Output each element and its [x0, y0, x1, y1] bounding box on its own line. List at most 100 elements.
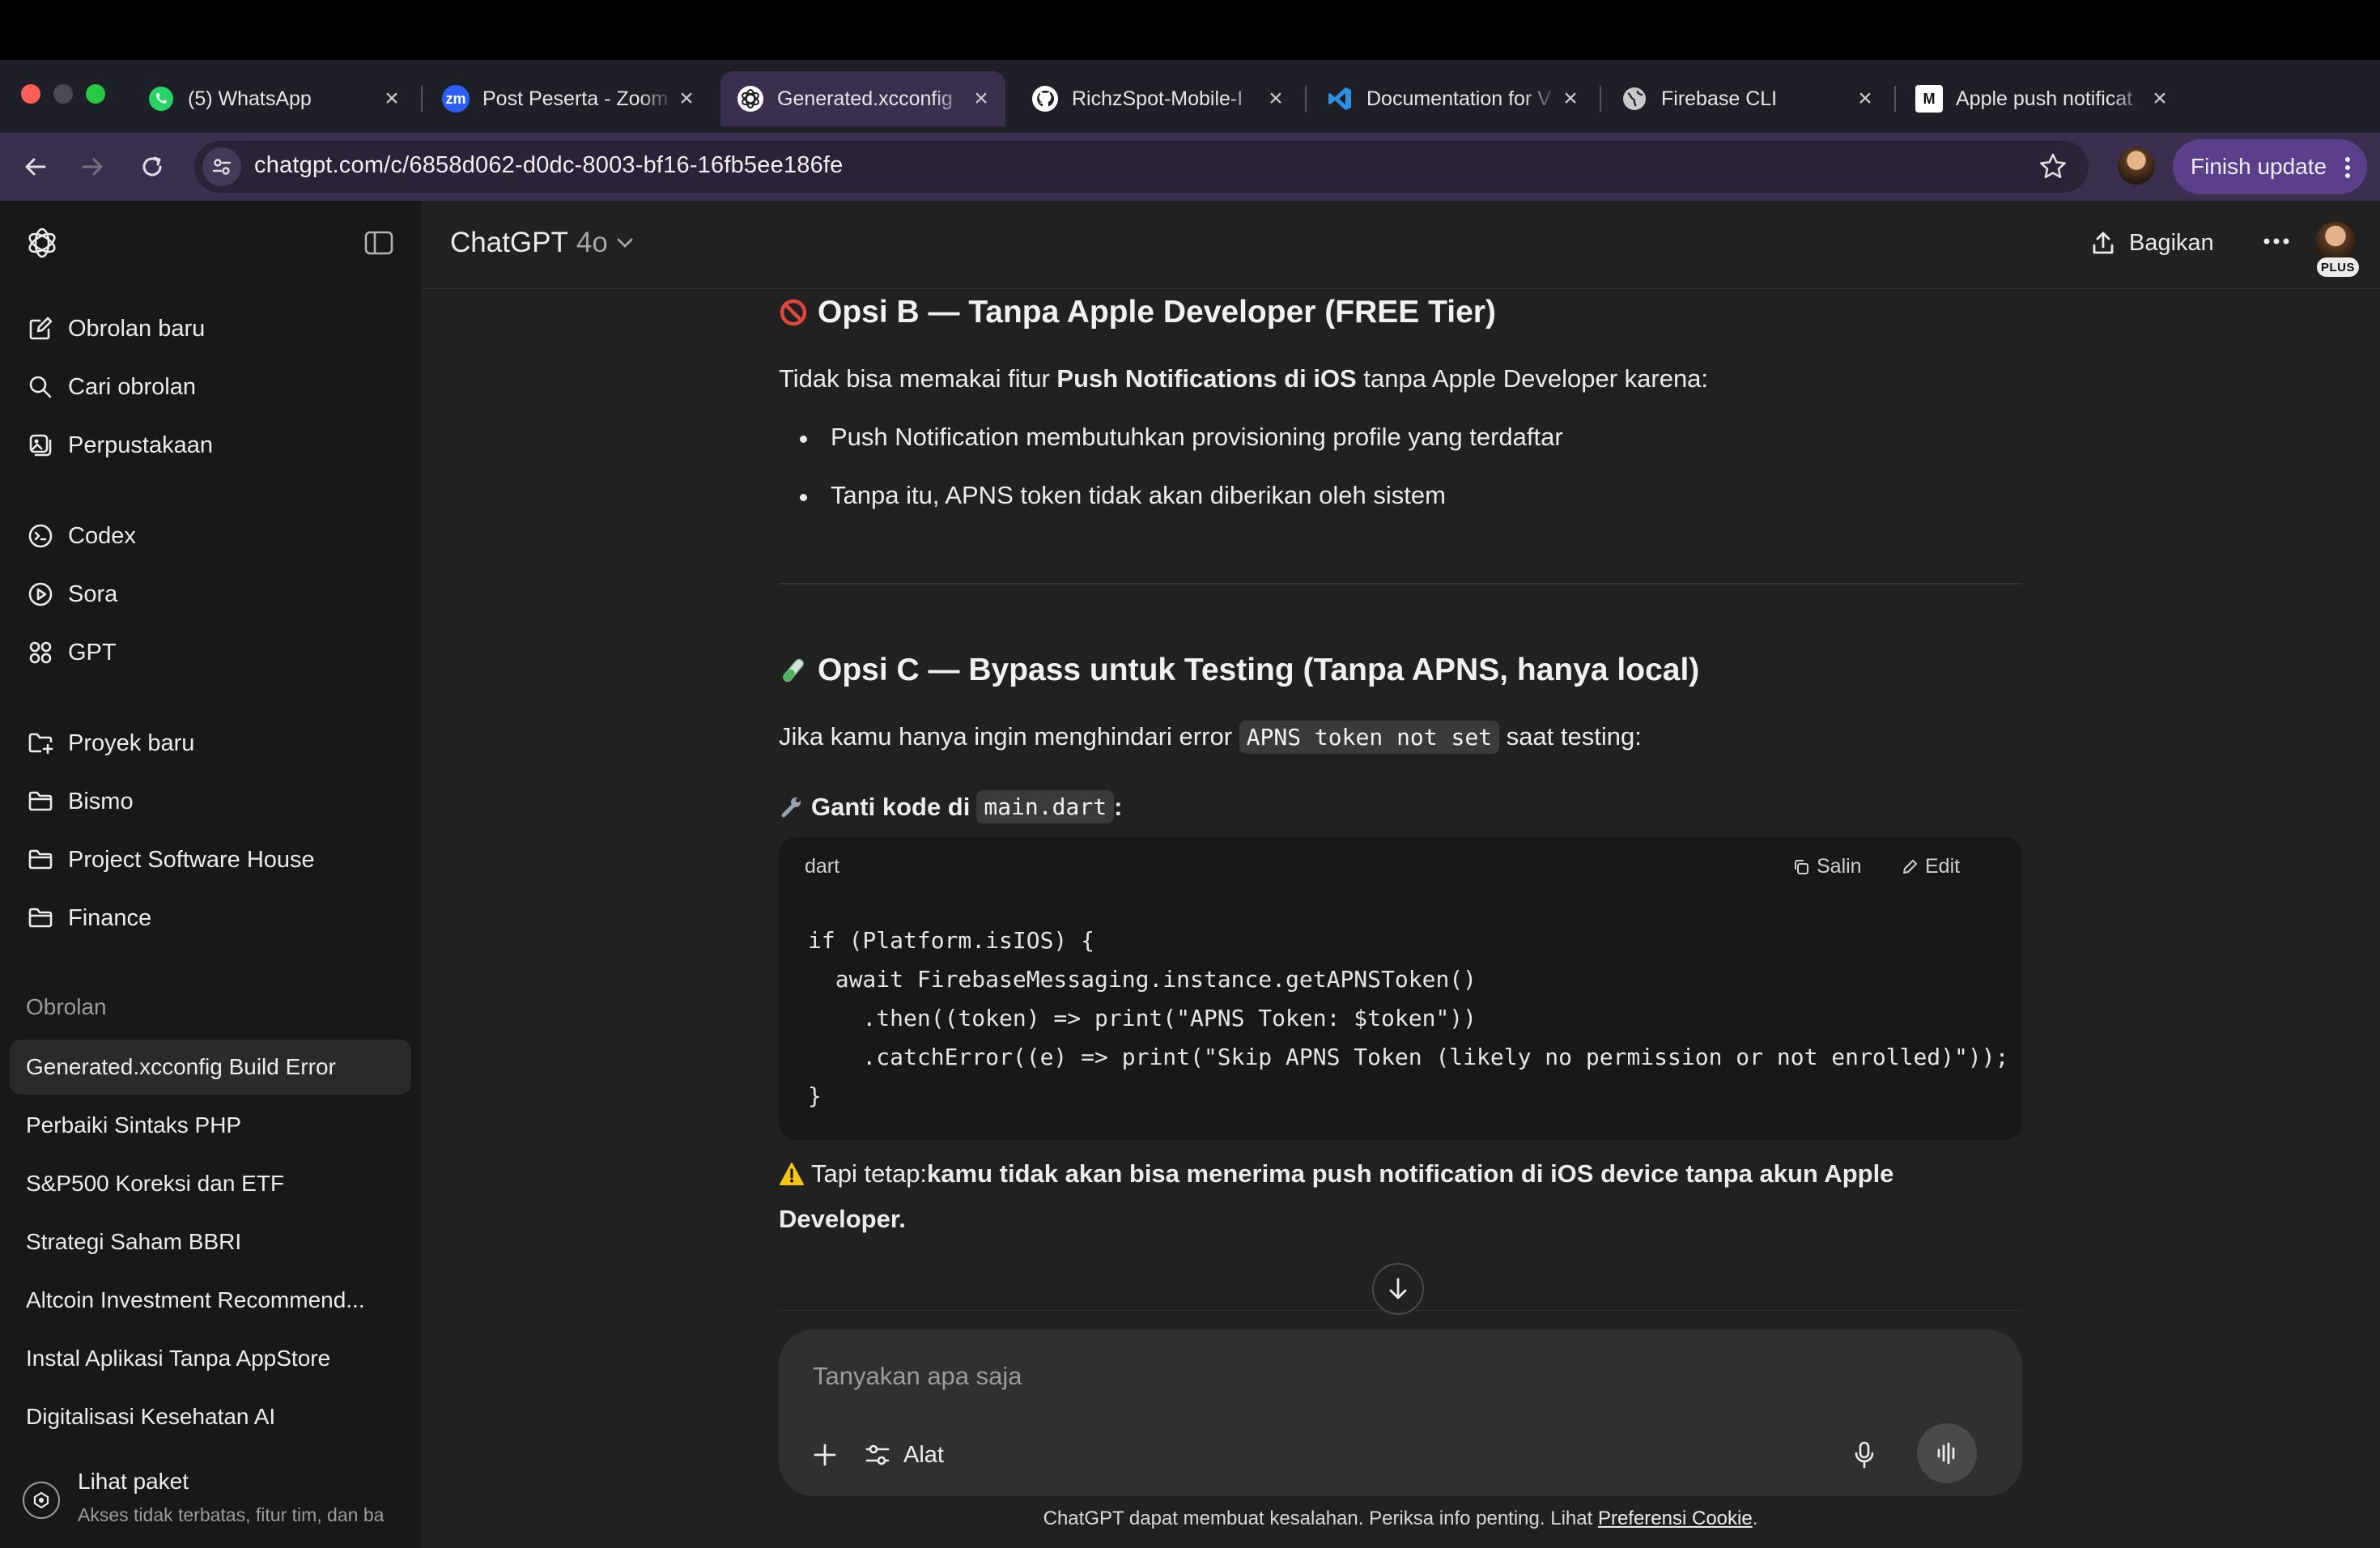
cookie-preferences-link[interactable]: Preferensi Cookie	[1598, 1508, 1753, 1529]
close-tab-icon[interactable]: ×	[1852, 85, 1878, 112]
scroll-to-bottom-button[interactable]	[1372, 1263, 1424, 1315]
address-bar[interactable]: chatgpt.com/c/6858d062-d0dc-8003-bf16-16…	[194, 141, 2089, 193]
chat-history-item[interactable]: Digitalisasi Kesehatan AI	[10, 1389, 411, 1444]
browser-profile-avatar[interactable]	[2118, 147, 2155, 185]
more-horizontal-icon[interactable]	[2263, 238, 2289, 245]
github-icon	[1031, 85, 1059, 113]
dictate-button[interactable]	[1844, 1435, 1885, 1475]
tab-title: Documentation for V	[1366, 87, 1551, 110]
disclaimer: ChatGPT dapat membuat kesalahan. Periksa…	[1043, 1508, 1758, 1529]
chat-history-label: Strategi Saham BBRI	[26, 1229, 242, 1254]
sidebar-item-proyek-baru[interactable]: Proyek baru	[10, 717, 411, 769]
inline-code: APNS token not set	[1239, 721, 1500, 754]
share-button[interactable]: Bagikan	[2090, 230, 2214, 257]
close-tab-icon[interactable]: ×	[968, 85, 994, 112]
sidebar-item-gpt[interactable]: GPT	[10, 627, 411, 678]
voice-mode-button[interactable]	[1917, 1423, 1977, 1483]
browser-tab[interactable]: Generated.xcconfig ×	[720, 71, 1005, 126]
sidebar-item-label: GPT	[68, 639, 117, 666]
chat-history-item[interactable]: Altcoin Investment Recommend...	[10, 1273, 411, 1328]
browser-tab[interactable]: Firebase CLI ×	[1604, 71, 1889, 126]
sidebar-item-finance[interactable]: Finance	[10, 892, 411, 944]
openai-logo-icon[interactable]	[24, 225, 60, 261]
arrow-down-icon	[1389, 1278, 1407, 1299]
tab-separator	[1305, 86, 1307, 112]
chat-history-item[interactable]: S&P500 Koreksi dan ETF	[10, 1156, 411, 1211]
minimize-window-button[interactable]	[53, 84, 73, 104]
sidebar-item-perpustakaan[interactable]: Perpustakaan	[10, 419, 411, 471]
user-avatar[interactable]	[2315, 222, 2356, 262]
sidebar-item-project-software-house[interactable]: Project Software House	[10, 834, 411, 886]
microphone-icon	[1855, 1441, 1874, 1469]
close-tab-icon[interactable]: ×	[1263, 85, 1289, 112]
model-selector[interactable]: ChatGPT 4o	[450, 227, 634, 259]
chat-history-item[interactable]: Perbaiki Sintaks PHP	[10, 1098, 411, 1153]
chat-history-label: Digitalisasi Kesehatan AI	[26, 1404, 276, 1429]
new-folder-icon	[26, 729, 55, 758]
bookmark-star-icon[interactable]	[2038, 152, 2068, 181]
prohibited-icon	[779, 298, 808, 327]
sidebar-item-sora[interactable]: Sora	[10, 568, 411, 620]
sidebar-toggle-icon[interactable]	[364, 230, 393, 256]
browser-tab[interactable]: M Apple push notificat ×	[1899, 71, 2184, 126]
sliders-icon	[865, 1444, 890, 1465]
browser-tab[interactable]: RichzSpot-Mobile-I ×	[1015, 71, 1300, 126]
chat-history-label: Instal Aplikasi Tanpa AppStore	[26, 1346, 331, 1371]
reload-button[interactable]	[133, 147, 172, 186]
chats-section-heading: Obrolan	[26, 994, 107, 1019]
sidebar-item-label: Proyek baru	[68, 729, 195, 756]
edit-code-button[interactable]: Edit	[1901, 855, 1960, 878]
gpt-grid-icon	[26, 638, 55, 667]
sidebar-item-codex[interactable]: Codex	[10, 510, 411, 562]
maximize-window-button[interactable]	[86, 84, 105, 104]
tab-title: Apple push notificat	[1956, 87, 2133, 110]
compose-icon	[26, 314, 55, 343]
folder-icon	[26, 904, 55, 933]
upgrade-plan-icon	[23, 1482, 60, 1519]
url-text[interactable]: chatgpt.com/c/6858d062-d0dc-8003-bf16-16…	[254, 152, 843, 179]
share-label: Bagikan	[2129, 230, 2214, 256]
list-item: Push Notification membutuhkan provisioni…	[800, 423, 1563, 451]
upgrade-plan-link[interactable]: Lihat paket Akses tidak terbatas, fitur …	[0, 1448, 421, 1548]
close-tab-icon[interactable]: ×	[379, 85, 405, 112]
tools-button[interactable]: Alat	[865, 1435, 944, 1475]
search-icon	[26, 372, 55, 402]
close-tab-icon[interactable]: ×	[2147, 85, 2173, 112]
sidebar-item-label: Bismo	[68, 788, 134, 814]
arrow-right-icon	[82, 158, 103, 176]
forward-button[interactable]	[73, 147, 112, 186]
browser-tab[interactable]: zm Post Peserta - Zoom ×	[426, 71, 711, 126]
chat-history-label: Perbaiki Sintaks PHP	[26, 1112, 242, 1138]
copy-code-button[interactable]: Salin	[1792, 855, 1862, 878]
inline-code: main.dart	[976, 790, 1115, 823]
site-info-button[interactable]	[202, 147, 241, 186]
sidebar-item-cari-obrolan[interactable]: Cari obrolan	[10, 361, 411, 413]
close-tab-icon[interactable]: ×	[1558, 85, 1583, 112]
back-button[interactable]	[16, 147, 55, 186]
opsi-c-step: Ganti kode di main.dart:	[779, 790, 1122, 823]
close-window-button[interactable]	[21, 84, 40, 104]
sidebar-item-label: Cari obrolan	[68, 373, 196, 400]
attach-button[interactable]	[805, 1435, 845, 1475]
chat-history-item[interactable]: Instal Aplikasi Tanpa AppStore	[10, 1331, 411, 1386]
browser-tab[interactable]: (5) WhatsApp ×	[131, 71, 416, 126]
sidebar-item-obrolan-baru[interactable]: Obrolan baru	[10, 303, 411, 355]
chatgpt-icon	[737, 85, 764, 113]
opsi-b-intro: Tidak bisa memakai fitur Push Notificati…	[779, 364, 1709, 393]
chat-history-item[interactable]: Strategi Saham BBRI	[10, 1214, 411, 1269]
codex-icon	[26, 521, 55, 551]
prompt-input[interactable]	[813, 1357, 1946, 1396]
chat-main: ChatGPT 4o Bagikan PLUS Opsi B — Tanpa A…	[421, 201, 2380, 1548]
chat-history-item[interactable]: Generated.xcconfig Build Error	[10, 1040, 411, 1095]
browser-tab[interactable]: Documentation for V ×	[1310, 71, 1595, 126]
code-block: dart Salin Edit if (Platform.isIOS) { aw…	[779, 837, 2022, 1140]
sidebar-item-bismo[interactable]: Bismo	[10, 776, 411, 827]
close-tab-icon[interactable]: ×	[674, 85, 699, 112]
warning-line-1: Tapi tetap: kamu tidak akan bisa menerim…	[779, 1159, 1893, 1189]
finish-update-label: Finish update	[2191, 154, 2327, 179]
sidebar: Obrolan baru Cari obrolan Perpustakaan Cod…	[0, 201, 421, 1548]
finish-update-button[interactable]: Finish update	[2173, 139, 2367, 194]
sidebar-item-label: Sora	[68, 580, 118, 607]
medium-icon: M	[1915, 85, 1943, 113]
reload-icon	[142, 156, 162, 176]
